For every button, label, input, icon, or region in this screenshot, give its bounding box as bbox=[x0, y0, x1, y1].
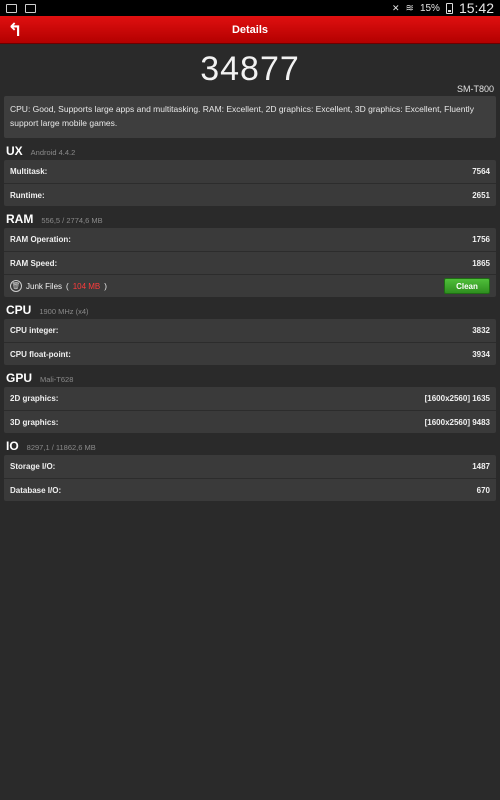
table-row: CPU integer: 3832 bbox=[4, 319, 496, 342]
ux-rows: Multitask: 7564 Runtime: 2651 bbox=[4, 160, 496, 206]
gallery-icon bbox=[6, 3, 17, 13]
table-row: Database I/O: 670 bbox=[4, 478, 496, 501]
summary-text: CPU: Good, Supports large apps and multi… bbox=[4, 96, 496, 138]
section-title: UX bbox=[6, 144, 23, 158]
section-subtitle: 556,5 / 2774,6 MB bbox=[41, 216, 103, 225]
row-value: 2651 bbox=[472, 190, 490, 200]
row-label: Database I/O: bbox=[10, 485, 62, 495]
section-subtitle: 1900 MHz (x4) bbox=[39, 307, 89, 316]
gpu-rows: 2D graphics: [1600x2560] 1635 3D graphic… bbox=[4, 387, 496, 433]
section-subtitle: Mali-T628 bbox=[40, 375, 74, 384]
row-value: 3934 bbox=[472, 349, 490, 359]
page-title: Details bbox=[231, 23, 269, 36]
gpu-section-header: GPU Mali-T628 bbox=[4, 365, 496, 387]
total-score: 34877 bbox=[200, 50, 300, 88]
back-button[interactable]: ↰ bbox=[4, 18, 26, 42]
row-value: 7564 bbox=[472, 167, 490, 176]
app-header: ↰ Details bbox=[0, 16, 500, 44]
table-row: 2D graphics: [1600x2560] 1635 bbox=[4, 387, 496, 410]
table-row: 3D graphics: [1600x2560] 9483 bbox=[4, 410, 496, 433]
row-value: 1865 bbox=[472, 258, 490, 268]
row-label: Runtime: bbox=[10, 190, 45, 200]
clean-button[interactable]: Clean bbox=[444, 278, 490, 294]
section-subtitle: 8297,1 / 11862,6 MB bbox=[26, 443, 96, 452]
table-row: Multitask: 7564 bbox=[4, 160, 496, 183]
table-row: CPU float-point: 3934 bbox=[4, 342, 496, 365]
junk-files-label: Junk Files bbox=[26, 281, 63, 291]
battery-icon bbox=[445, 2, 453, 14]
row-value: 1487 bbox=[472, 462, 490, 471]
wifi-icon: ≋ bbox=[405, 2, 414, 14]
mute-icon: ✕ bbox=[392, 2, 400, 13]
row-label: 3D graphics: bbox=[10, 417, 59, 427]
row-label: RAM Operation: bbox=[10, 235, 71, 244]
section-title: GPU bbox=[6, 371, 33, 385]
table-row: Runtime: 2651 bbox=[4, 183, 496, 206]
row-label: CPU integer: bbox=[10, 326, 59, 335]
junk-close-paren: ) bbox=[104, 281, 107, 291]
cpu-rows: CPU integer: 3832 CPU float-point: 3934 bbox=[4, 319, 496, 365]
junk-files-size: 104 MB bbox=[72, 281, 101, 291]
section-title: CPU bbox=[6, 303, 32, 317]
section-title: IO bbox=[6, 439, 19, 453]
section-title: RAM bbox=[6, 212, 34, 226]
clock: 15:42 bbox=[458, 0, 494, 16]
section-subtitle: Android 4.4.2 bbox=[30, 148, 76, 157]
row-value: 670 bbox=[476, 485, 490, 495]
junk-open-paren: ( bbox=[66, 281, 69, 291]
ram-section-header: RAM 556,5 / 2774,6 MB bbox=[4, 206, 496, 228]
junk-files-row: 🗑 Junk Files(104 MB) Clean bbox=[4, 274, 496, 297]
notes-icon bbox=[25, 3, 36, 13]
score-area: 34877 SM-T800 bbox=[4, 44, 496, 96]
row-value: [1600x2560] 1635 bbox=[424, 394, 490, 403]
battery-percent: 15% bbox=[419, 2, 440, 14]
device-model: SM-T800 bbox=[456, 84, 494, 94]
table-row: RAM Operation: 1756 bbox=[4, 228, 496, 251]
cpu-section-header: CPU 1900 MHz (x4) bbox=[4, 297, 496, 319]
row-value: 3832 bbox=[472, 326, 490, 335]
table-row: RAM Speed: 1865 bbox=[4, 251, 496, 274]
back-arrow-icon: ↰ bbox=[7, 19, 23, 40]
row-label: RAM Speed: bbox=[10, 258, 58, 268]
ram-rows: RAM Operation: 1756 RAM Speed: 1865 🗑 Ju… bbox=[4, 228, 496, 297]
table-row: Storage I/O: 1487 bbox=[4, 455, 496, 478]
ux-section-header: UX Android 4.4.2 bbox=[4, 138, 496, 160]
row-value: [1600x2560] 9483 bbox=[424, 417, 490, 427]
row-label: 2D graphics: bbox=[10, 394, 59, 403]
details-content: 34877 SM-T800 CPU: Good, Supports large … bbox=[4, 44, 496, 501]
row-label: Multitask: bbox=[10, 167, 48, 176]
status-bar: ✕ ≋ 15% 15:42 bbox=[0, 0, 500, 16]
io-rows: Storage I/O: 1487 Database I/O: 670 bbox=[4, 455, 496, 501]
row-label: Storage I/O: bbox=[10, 462, 56, 471]
row-value: 1756 bbox=[472, 235, 490, 244]
trash-icon: 🗑 bbox=[10, 280, 22, 292]
row-label: CPU float-point: bbox=[10, 349, 71, 359]
io-section-header: IO 8297,1 / 11862,6 MB bbox=[4, 433, 496, 455]
